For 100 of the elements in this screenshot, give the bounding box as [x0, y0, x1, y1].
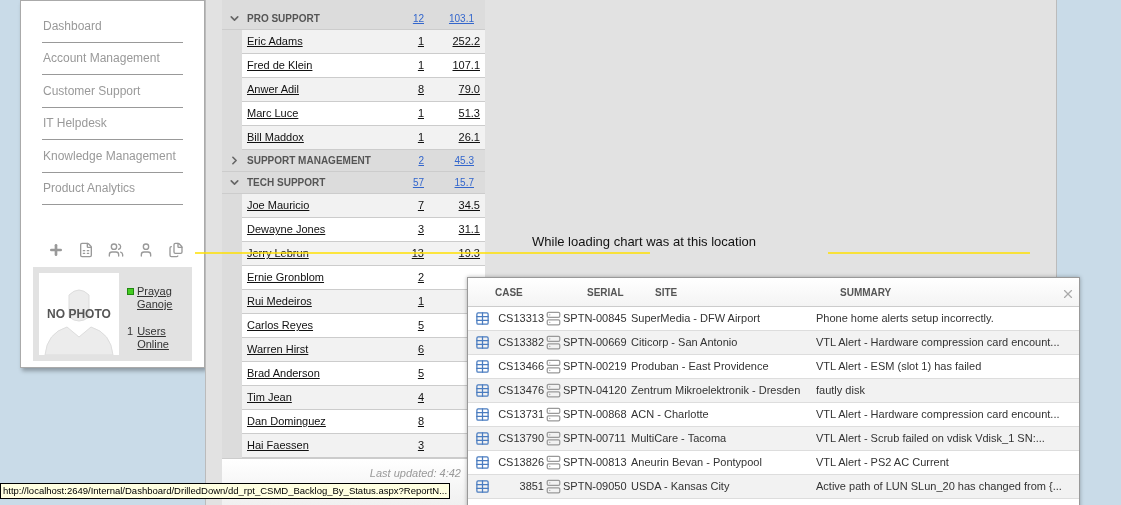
case-summary: Active path of LUN SLun_20 has changed from {...	[816, 480, 1062, 493]
case-summary: VTL Alert - PS2 AC Current	[816, 456, 949, 469]
case-row[interactable]: 3851 SPTN-09050 USDA - Kansas City Active path of LUN SLun_20 has changed from {...	[468, 475, 1079, 499]
server-icon[interactable]	[546, 455, 561, 470]
user-name-link[interactable]: Prayag Ganoje	[137, 285, 177, 311]
count-link[interactable]: 8	[417, 83, 424, 96]
count-link[interactable]: 1	[417, 131, 424, 144]
link-url-tooltip: http://localhost:2649/Internal/Dashboard/DrilledDown/dd_rpt_CSMD_Backlog_By_Status.aspx?ReportN...	[0, 483, 451, 499]
case-table-icon[interactable]	[475, 359, 490, 374]
count-link[interactable]: 1	[417, 107, 424, 120]
count-link[interactable]: 7	[417, 199, 424, 212]
group-count-link[interactable]: 2	[407, 153, 424, 168]
value-link[interactable]: 51.3	[458, 107, 480, 120]
case-table-icon[interactable]	[475, 335, 490, 350]
case-row[interactable]: CS13382 SPTN-00669 Citicorp - San Antonio VTL Alert - Hardware compression card encount...	[468, 331, 1079, 355]
count-link[interactable]: 2	[417, 271, 424, 284]
agent-name-link[interactable]: Bill Maddox	[247, 131, 304, 144]
server-icon[interactable]	[546, 311, 561, 326]
value-link[interactable]: 34.5	[458, 199, 480, 212]
case-table-icon[interactable]	[475, 407, 490, 422]
group-value-link[interactable]: 15.7	[424, 175, 474, 190]
server-icon[interactable]	[546, 335, 561, 350]
user-icon[interactable]	[138, 242, 154, 258]
value-link[interactable]: 79.0	[458, 83, 480, 96]
case-row[interactable]: CS13466 SPTN-00219 Produban - East Providence VTL Alert - ESM (slot 1) has failed	[468, 355, 1079, 379]
server-icon[interactable]	[546, 383, 561, 398]
count-link[interactable]: 1	[417, 59, 424, 72]
agent-name-link[interactable]: Marc Luce	[247, 107, 299, 120]
agent-name-link[interactable]: Dewayne Jones	[247, 223, 326, 236]
agent-name-link[interactable]: Joe Mauricio	[247, 199, 310, 212]
serial-number: SPTN-00813	[563, 456, 627, 469]
agent-name-link[interactable]: Ernie Gronblom	[247, 271, 325, 284]
report-icon[interactable]	[78, 242, 94, 258]
case-number: CS13790	[497, 431, 544, 447]
serial-number: SPTN-00219	[563, 360, 627, 373]
agent-name-link[interactable]: Tim Jean	[247, 391, 292, 404]
users-online-link[interactable]: Users Online	[137, 325, 174, 351]
agent-name-link[interactable]: Brad Anderson	[247, 367, 320, 380]
case-number: CS13826	[497, 455, 544, 471]
group-value-link[interactable]: 103.1	[424, 11, 474, 26]
case-table-icon[interactable]	[475, 479, 490, 494]
value-link[interactable]: 31.1	[458, 223, 480, 236]
count-link[interactable]: 1	[417, 35, 424, 48]
case-table-icon[interactable]	[475, 311, 490, 326]
count-link[interactable]: 3	[417, 439, 424, 452]
agent-name-link[interactable]: Carlos Reyes	[247, 319, 314, 332]
annotation-text: While loading chart was at this location	[532, 233, 756, 251]
case-summary: fautly disk	[816, 384, 865, 397]
column-header: SERIAL	[587, 286, 624, 298]
count-link[interactable]: 5	[417, 367, 424, 380]
documents-icon[interactable]	[168, 242, 184, 258]
add-icon[interactable]	[48, 242, 64, 258]
site-name: ACN - Charlotte	[631, 408, 709, 421]
group-count-link[interactable]: 12	[407, 11, 424, 26]
site-name: SuperMedia - DFW Airport	[631, 312, 760, 325]
value-link[interactable]: 26.1	[458, 131, 480, 144]
case-summary: Phone home alerts setup incorrectly.	[816, 312, 994, 325]
agent-name-link[interactable]: Fred de Klein	[247, 59, 313, 72]
server-icon[interactable]	[546, 431, 561, 446]
server-icon[interactable]	[546, 407, 561, 422]
case-row[interactable]: CS13313 SPTN-00845 SuperMedia - DFW Airport Phone home alerts setup incorrectly.	[468, 307, 1079, 331]
agent-name-link[interactable]: Rui Medeiros	[247, 295, 312, 308]
value-link[interactable]: 252.2	[452, 35, 480, 48]
case-summary: VTL Alert - Hardware compression card encount...	[816, 336, 1060, 349]
case-row[interactable]: CS13476 SPTN-04120 Zentrum Mikroelektronik - Dresden fautly disk	[468, 379, 1079, 403]
serial-number: SPTN-00868	[563, 408, 627, 421]
count-link[interactable]: 3	[417, 223, 424, 236]
agent-name-link[interactable]: Anwer Adil	[247, 83, 299, 96]
group-count-link[interactable]: 57	[407, 175, 424, 190]
group-name: SUPPORT MANAGEMENT	[247, 154, 372, 168]
group-value-link[interactable]: 45.3	[424, 153, 474, 168]
server-icon[interactable]	[546, 359, 561, 374]
close-icon[interactable]	[1061, 287, 1075, 301]
case-table-icon[interactable]	[475, 431, 490, 446]
case-row[interactable]: CS13826 SPTN-00813 Aneurin Bevan - Pontypool VTL Alert - PS2 AC Current	[468, 451, 1079, 475]
site-name: Aneurin Bevan - Pontypool	[631, 456, 762, 469]
value-link[interactable]: 107.1	[452, 59, 480, 72]
users-icon[interactable]	[108, 242, 124, 258]
count-link[interactable]: 6	[417, 343, 424, 356]
site-name: Produban - East Providence	[631, 360, 769, 373]
serial-number: SPTN-00669	[563, 336, 627, 349]
case-summary: VTL Alert - ESM (slot 1) has failed	[816, 360, 982, 373]
serial-number: SPTN-09050	[563, 480, 627, 493]
case-table-icon[interactable]	[475, 383, 490, 398]
server-icon[interactable]	[546, 479, 561, 494]
agent-name-link[interactable]: Eric Adams	[247, 35, 303, 48]
agent-name-link[interactable]: Warren Hirst	[247, 343, 309, 356]
count-link[interactable]: 8	[417, 415, 424, 428]
column-header: SUMMARY	[840, 286, 892, 298]
site-name: USDA - Kansas City	[631, 480, 730, 493]
agent-name-link[interactable]: Hai Faessen	[247, 439, 309, 452]
count-link[interactable]: 5	[417, 319, 424, 332]
agent-name-link[interactable]: Dan Dominguez	[247, 415, 326, 428]
count-link[interactable]: 1	[417, 295, 424, 308]
count-link[interactable]: 4	[417, 391, 424, 404]
case-row[interactable]: CS13790 SPTN-00711 MultiCare - Tacoma VTL Alert - Scrub failed on vdisk Vdisk_1 SN:...	[468, 427, 1079, 451]
case-table-icon[interactable]	[475, 455, 490, 470]
serial-number: SPTN-00711	[563, 432, 626, 445]
case-number: CS13476	[497, 383, 544, 399]
case-row[interactable]: CS13731 SPTN-00868 ACN - Charlotte VTL Alert - Hardware compression card encount...	[468, 403, 1079, 427]
